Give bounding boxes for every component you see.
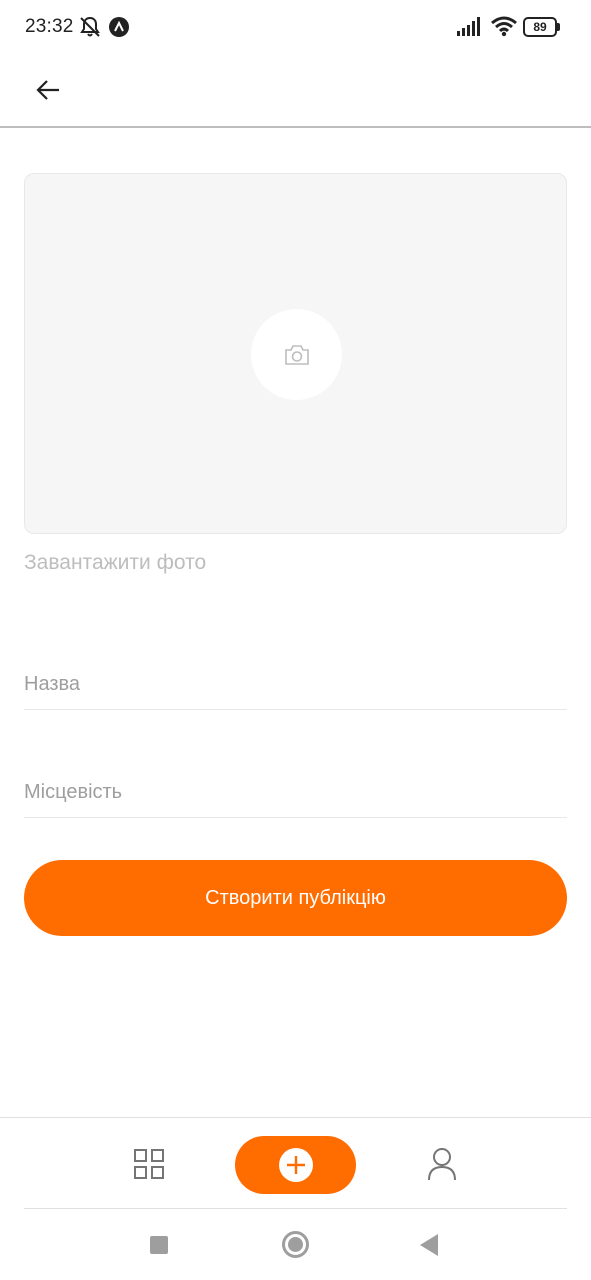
wifi-icon <box>491 16 517 37</box>
grid-icon <box>134 1149 164 1179</box>
recents-button[interactable] <box>150 1236 168 1254</box>
status-bar: 23:32 89 <box>0 0 591 56</box>
home-button[interactable] <box>282 1231 309 1258</box>
app-notification-icon <box>109 17 129 37</box>
upload-photo-label[interactable]: Завантажити фото <box>24 551 206 575</box>
arrow-left-icon <box>36 80 59 100</box>
title-input[interactable] <box>24 660 567 710</box>
home-icon <box>288 1237 303 1252</box>
back-button[interactable] <box>26 68 70 112</box>
photo-upload-area[interactable] <box>24 173 567 534</box>
plus-icon <box>278 1148 313 1182</box>
location-input[interactable] <box>24 768 567 818</box>
status-time: 23:32 <box>25 16 74 37</box>
signal-icon <box>457 17 480 36</box>
header <box>0 56 591 128</box>
system-back-button[interactable] <box>420 1234 438 1256</box>
camera-button[interactable] <box>251 309 342 400</box>
tab-profile[interactable] <box>421 1143 463 1185</box>
tab-posts[interactable] <box>128 1143 170 1185</box>
battery-level: 89 <box>533 20 547 34</box>
system-nav-bar <box>0 1210 591 1280</box>
battery-icon: 89 <box>523 17 561 37</box>
create-post-button[interactable]: Створити публікцію <box>24 860 567 936</box>
tab-bar-divider <box>24 1208 567 1209</box>
user-icon <box>428 1148 456 1181</box>
tab-create-post[interactable] <box>235 1136 356 1194</box>
bell-off-icon <box>80 16 100 37</box>
camera-icon <box>284 344 309 365</box>
